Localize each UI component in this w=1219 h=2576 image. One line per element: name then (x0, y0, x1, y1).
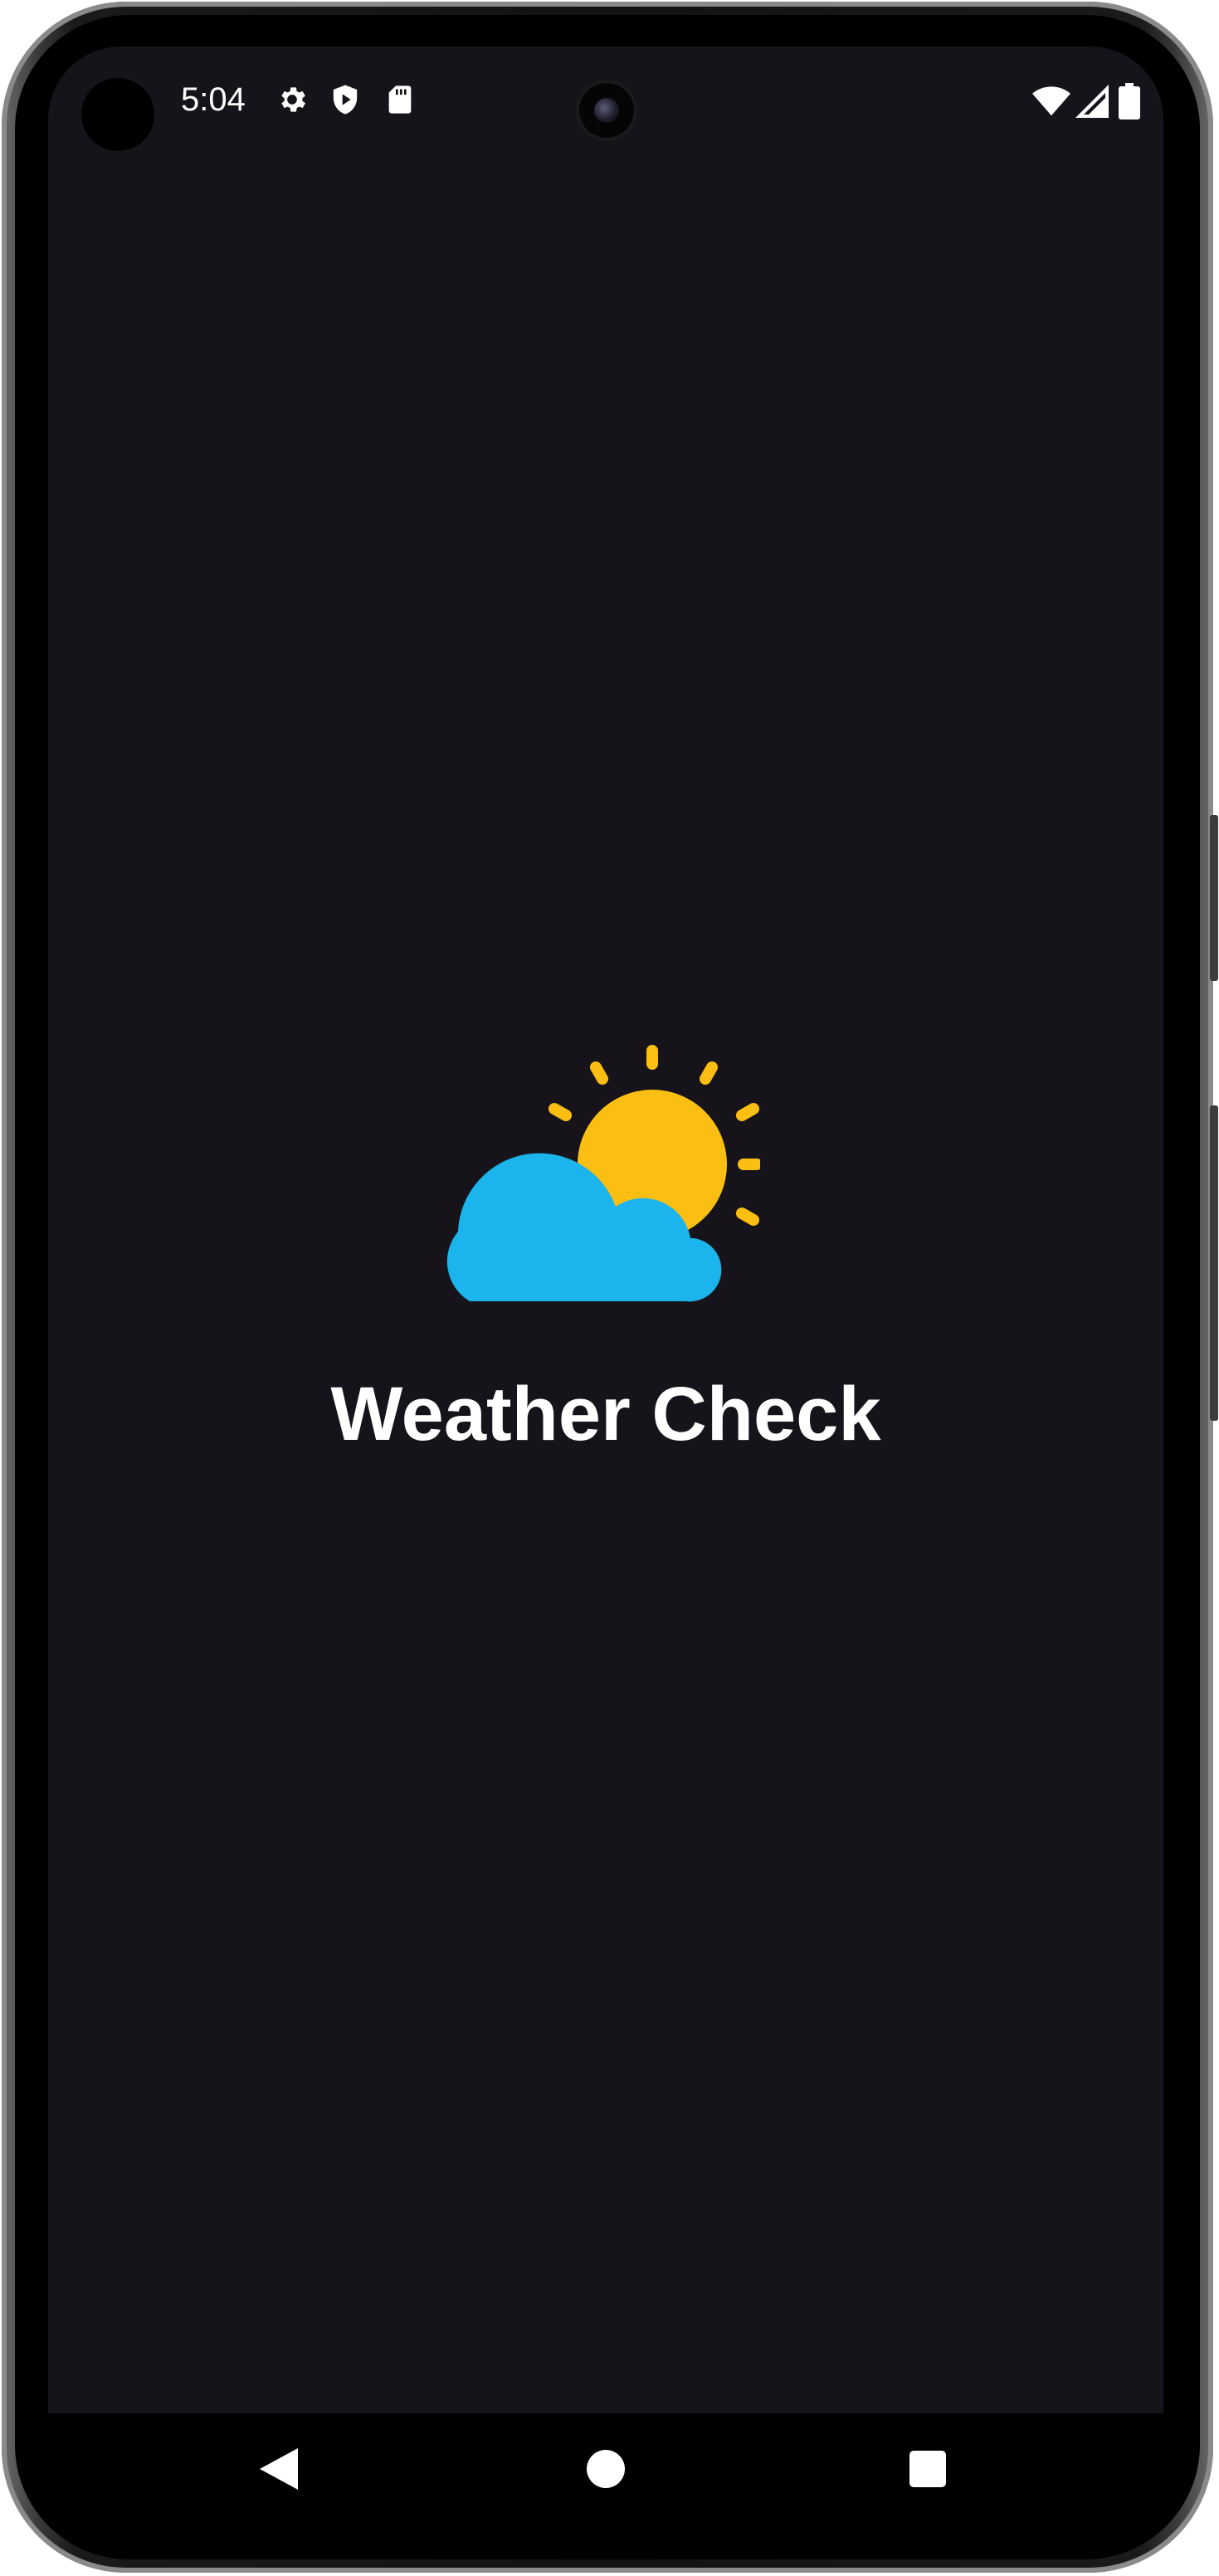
front-camera (576, 80, 637, 141)
settings-icon (281, 87, 305, 112)
screen: 5:04 Weather Check (48, 46, 1163, 2525)
status-time: 5:04 (181, 81, 246, 118)
recents-icon (909, 2451, 946, 2487)
recents-button[interactable] (878, 2413, 978, 2525)
battery-icon (1119, 83, 1140, 120)
home-icon (587, 2450, 625, 2488)
back-button[interactable] (229, 2413, 329, 2525)
splash-screen: Weather Check (48, 1042, 1163, 1507)
camera-lens (594, 98, 619, 123)
shield-play-icon (333, 85, 358, 115)
wifi-icon (1032, 86, 1070, 116)
app-title: Weather Check (330, 1372, 881, 1456)
partly-cloudy-icon (446, 1045, 760, 1302)
volume-button (1210, 815, 1218, 981)
cell-signal-icon (1075, 85, 1109, 118)
sd-card-icon (388, 85, 412, 114)
back-icon (260, 2448, 298, 2490)
power-button (1210, 1105, 1218, 1421)
front-sensor (81, 78, 154, 151)
status-bar: 5:04 (48, 46, 1163, 163)
navigation-bar (48, 2413, 1163, 2525)
home-button[interactable] (556, 2413, 656, 2525)
